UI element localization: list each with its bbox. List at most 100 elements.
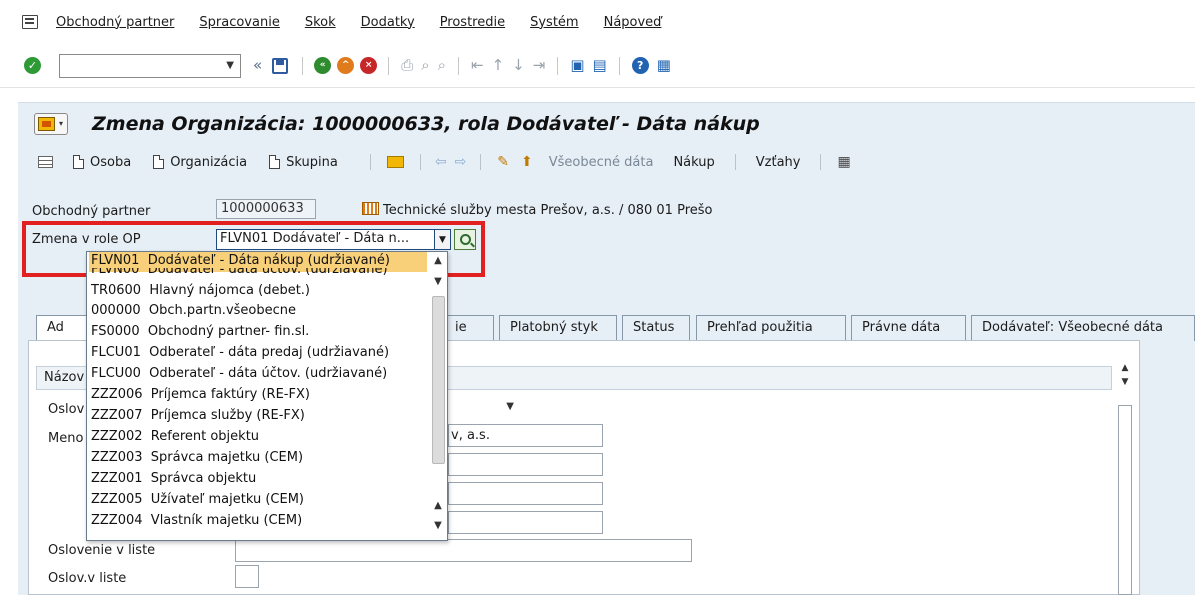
oslov-v-liste-field[interactable]	[235, 565, 259, 588]
menu-napoved[interactable]: Nápoveď	[604, 15, 662, 30]
new-session-icon[interactable]: ▣	[570, 58, 584, 73]
name-3-field[interactable]	[448, 482, 603, 505]
dropdown-item[interactable]: ZZZ004 Vlastník majetku (CEM)	[89, 512, 427, 532]
vseobecne-data-button[interactable]: Všeobecné dáta	[549, 155, 654, 170]
help-icon[interactable]: ?	[631, 57, 649, 74]
item-code: 000000	[91, 303, 141, 318]
dropdown-item[interactable]: ZZZ003 Správca majetku (CEM)	[89, 449, 427, 469]
item-code: ZZZ001	[91, 471, 143, 486]
chevron-down-icon[interactable]: ▼	[506, 401, 514, 412]
back-icon[interactable]: «	[314, 57, 332, 74]
tab-pravne-data[interactable]: Právne dáta	[851, 315, 966, 341]
dropdown-item[interactable]: ZZZ001 Správca objektu	[89, 470, 427, 490]
item-text: Hlavný nájomca (debet.)	[149, 283, 310, 298]
history-back-icon[interactable]: «	[253, 58, 262, 73]
first-page-icon[interactable]: ⇤	[471, 58, 484, 73]
arrow-left-icon[interactable]: ⇦	[435, 154, 447, 170]
calculator-icon[interactable]: ▦	[837, 154, 850, 170]
menu-obchodny-partner[interactable]: Obchodný partner	[56, 15, 174, 30]
enter-check-icon[interactable]: ✓	[24, 57, 41, 74]
scroll-up-icon[interactable]: ▲	[1116, 363, 1134, 377]
next-page-icon[interactable]: ↓	[512, 58, 525, 73]
item-code: ZZZ007	[91, 408, 143, 423]
name-1-field[interactable]: v, a.s.	[448, 424, 603, 447]
role-dropdown-list[interactable]: FLVN01 Dodávateľ - Dáta nákup (udržiavan…	[86, 251, 448, 541]
dropdown-item[interactable]: FLCU01 Odberateľ - dáta predaj (udržiava…	[89, 344, 427, 364]
item-text: Užívateľ majetku (CEM)	[150, 492, 304, 507]
dropdown-item[interactable]: ZZZ007 Príjemca služby (RE-FX)	[89, 407, 427, 427]
vztahy-button[interactable]: Vzťahy	[756, 155, 801, 170]
save-icon[interactable]	[272, 57, 289, 74]
oslovenie-v-liste-field[interactable]	[235, 539, 692, 562]
standard-toolbar: ✓ ▼ « « ^ × ⎙ ⌕ ⌕ ⇤ ↑ ↓ ⇥ ▣ ▤ ? ▦	[0, 44, 1195, 88]
menu-dodatky[interactable]: Dodatky	[361, 15, 415, 30]
item-text: Odberateľ - dáta účtov. (udržiavané)	[149, 366, 388, 381]
item-text: Odberateľ - dáta predaj (udržiavané)	[149, 345, 390, 360]
chevron-down-icon[interactable]: ▼	[226, 60, 234, 71]
item-text: Vlastník majetku (CEM)	[150, 513, 303, 528]
scroll-down-icon[interactable]: ▼	[429, 520, 447, 531]
scroll-track[interactable]	[1118, 405, 1132, 595]
item-code: FLVN01	[91, 253, 140, 268]
panel-scrollbar[interactable]: ▲ ▼	[1116, 363, 1134, 595]
scroll-down-icon[interactable]: ▼	[429, 276, 447, 287]
menu-skok[interactable]: Skok	[305, 15, 336, 30]
partner-number-field[interactable]: 1000000633	[216, 199, 316, 219]
menu-icon[interactable]	[22, 15, 38, 29]
toolbar-separator	[480, 154, 482, 170]
shortcut-icon[interactable]: ▤	[593, 58, 607, 73]
nakup-button[interactable]: Nákup	[673, 155, 714, 170]
open-folder-icon[interactable]	[386, 156, 404, 168]
organizacia-button[interactable]: Organizácia	[153, 155, 247, 170]
dropdown-item[interactable]: FS0000 Obchodný partner- fin.sl.	[89, 323, 427, 343]
dropdown-item[interactable]: FLVN00 Dodávateľ - dáta účtov. (udržiava…	[89, 268, 427, 282]
partner-label: Obchodný partner	[32, 204, 151, 219]
dropdown-item[interactable]: 000000 Obch.partn.všeobecne	[89, 302, 427, 322]
dropdown-item[interactable]: ZZZ002 Referent objektu	[89, 428, 427, 448]
dropdown-item[interactable]: ZZZ005 Užívateľ majetku (CEM)	[89, 491, 427, 511]
toolbar-separator	[302, 56, 304, 75]
tab-dodavatel-vseobecne-data[interactable]: Dodávateľ: Všeobecné dáta	[971, 315, 1195, 341]
activate-icon[interactable]: ⬆	[521, 154, 533, 170]
find-next-icon[interactable]: ⌕	[438, 58, 446, 73]
menu-system[interactable]: Systém	[530, 15, 578, 30]
document-icon	[73, 155, 84, 169]
tab-platobny-styk[interactable]: Platobný styk	[499, 315, 617, 341]
scroll-up-icon[interactable]: ▲	[429, 500, 447, 511]
scroll-down-icon[interactable]: ▼	[1116, 377, 1134, 391]
meno-label: Meno	[48, 431, 84, 446]
menu-prostredie[interactable]: Prostredie	[440, 15, 505, 30]
dropdown-item[interactable]: ZZZ006 Príjemca faktúry (RE-FX)	[89, 386, 427, 406]
skupina-button[interactable]: Skupina	[269, 155, 338, 170]
tab-status[interactable]: Status	[622, 315, 690, 341]
menu-spracovanie[interactable]: Spracovanie	[199, 15, 279, 30]
osoba-label: Osoba	[90, 154, 132, 170]
previous-page-icon[interactable]: ↑	[492, 58, 505, 73]
exit-icon[interactable]: ^	[337, 57, 355, 74]
find-icon[interactable]: ⌕	[421, 58, 429, 73]
grid-icon[interactable]	[38, 156, 53, 168]
oslovenie-select[interactable]: ▼	[448, 398, 518, 421]
system-menu-icon[interactable]: ▾	[34, 112, 68, 135]
cancel-icon[interactable]: ×	[360, 57, 378, 74]
scroll-up-icon[interactable]: ▲	[429, 255, 447, 266]
print-icon[interactable]: ⎙	[401, 58, 413, 73]
dropdown-item[interactable]: TR0600 Hlavný nájomca (debet.)	[89, 282, 427, 302]
tab-prehlad-pouzitia[interactable]: Prehľad použitia	[696, 315, 846, 341]
tab-adresa[interactable]: Ad	[36, 315, 92, 341]
name-2-field[interactable]	[448, 453, 603, 476]
toolbar-separator	[557, 56, 559, 75]
command-field[interactable]: ▼	[59, 53, 241, 78]
layout-menu-icon[interactable]: ▦	[657, 58, 671, 73]
osoba-button[interactable]: Osoba	[73, 155, 131, 170]
arrow-right-icon[interactable]: ⇨	[455, 154, 467, 170]
last-page-icon[interactable]: ⇥	[533, 58, 546, 73]
item-code: FLCU01	[91, 345, 141, 360]
scroll-thumb[interactable]	[432, 296, 445, 464]
dropdown-scrollbar[interactable]: ▲ ▼ ▲ ▼	[429, 252, 447, 540]
dropdown-item[interactable]: FLCU00 Odberateľ - dáta účtov. (udržiava…	[89, 365, 427, 385]
tab-identifikacia[interactable]: ie	[444, 315, 494, 341]
name-4-field[interactable]	[448, 511, 603, 534]
display-change-icon[interactable]: ✎	[497, 154, 509, 170]
item-code: ZZZ006	[91, 387, 143, 402]
